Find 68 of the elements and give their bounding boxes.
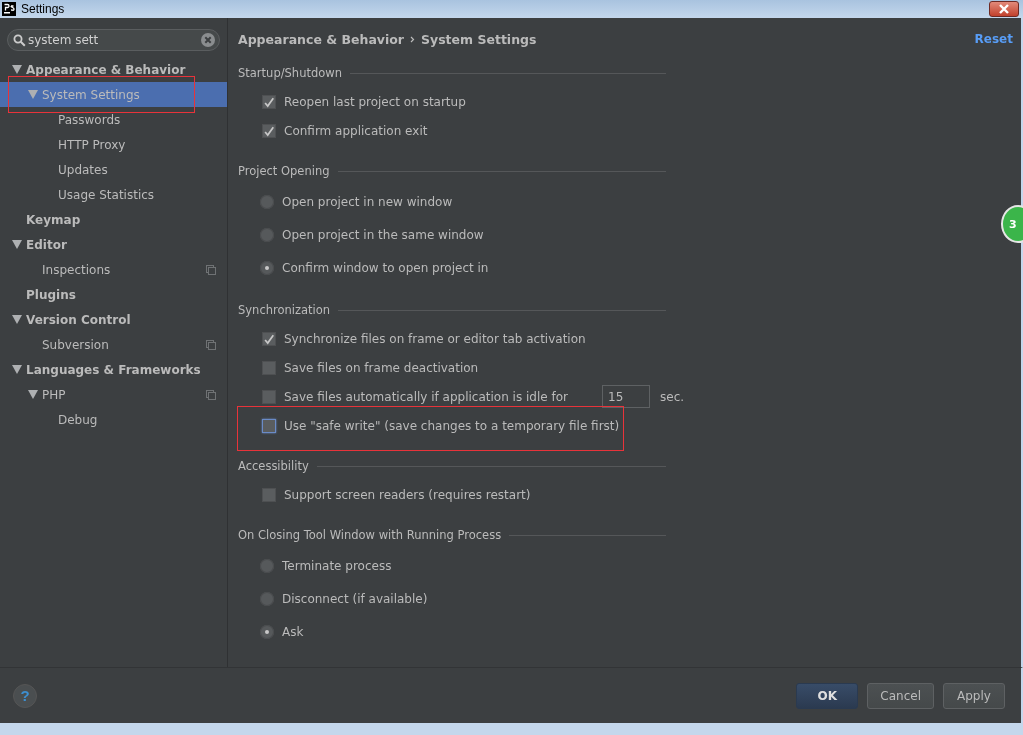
section-title: Synchronization <box>238 303 331 317</box>
expand-arrow-icon[interactable] <box>28 390 38 399</box>
radio-label: Confirm window to open project in <box>282 260 489 275</box>
radio-button[interactable] <box>260 624 274 639</box>
notification-badge: 3 <box>1001 205 1023 243</box>
section-title: Accessibility <box>238 459 309 473</box>
radio-button[interactable] <box>260 558 274 573</box>
section-title: On Closing Tool Window with Running Process <box>238 528 502 542</box>
clear-icon[interactable] <box>201 33 215 47</box>
tree-item[interactable]: PHP <box>0 382 227 407</box>
checkbox-label: Confirm application exit <box>284 123 428 138</box>
section-title: Project Opening <box>238 164 330 178</box>
section-title: Startup/Shutdown <box>238 66 342 80</box>
breadcrumb-item: Appearance & Behavior <box>238 31 404 47</box>
radio-label: Open project in the same window <box>282 227 484 242</box>
checkbox-label: Support screen readers (requires restart) <box>284 487 531 502</box>
search-input[interactable]: system sett <box>28 33 199 47</box>
checkbox[interactable] <box>262 94 276 109</box>
tree-item[interactable]: Debug <box>0 407 227 432</box>
tree-item[interactable]: Keymap <box>0 207 227 232</box>
checkbox-label: Use "safe write" (save changes to a temporary file first) <box>284 418 620 433</box>
checkbox[interactable] <box>262 389 276 404</box>
tree-item[interactable]: Passwords <box>0 107 227 132</box>
window-title: Settings <box>21 2 65 16</box>
checkbox-label: Reopen last project on startup <box>284 94 466 109</box>
checkbox[interactable] <box>262 331 276 346</box>
dialog-button[interactable]: OK <box>796 682 859 709</box>
checkbox[interactable] <box>262 487 276 502</box>
reset-link[interactable]: Reset <box>974 32 1013 46</box>
dialog-button[interactable]: Apply <box>943 682 1005 709</box>
breadcrumb-item: System Settings <box>421 31 537 47</box>
checkbox[interactable] <box>262 360 276 375</box>
radio-button[interactable] <box>260 260 274 275</box>
radio-button[interactable] <box>260 591 274 606</box>
close-button[interactable] <box>989 1 1019 17</box>
expand-arrow-icon[interactable] <box>12 65 22 74</box>
expand-arrow-icon[interactable] <box>12 240 22 249</box>
radio-button[interactable] <box>260 194 274 209</box>
tree-item[interactable]: Version Control <box>0 307 227 332</box>
checkbox[interactable] <box>262 418 276 433</box>
tree-item[interactable]: HTTP Proxy <box>0 132 227 157</box>
radio-label: Disconnect (if available) <box>282 591 428 606</box>
search-field[interactable]: system sett <box>7 29 220 51</box>
radio-label: Open project in new window <box>282 194 453 209</box>
unit-label: sec. <box>660 389 685 404</box>
seconds-field[interactable]: 15 <box>602 385 650 408</box>
expand-arrow-icon[interactable] <box>12 315 22 324</box>
search-icon <box>13 33 26 47</box>
tree-item[interactable]: Usage Statistics <box>0 182 227 207</box>
radio-label: Ask <box>282 624 304 639</box>
breadcrumb-separator-icon <box>410 35 415 43</box>
checkbox-label: Save files on frame deactivation <box>284 360 479 375</box>
tree-item[interactable]: Plugins <box>0 282 227 307</box>
tree-item[interactable]: Appearance & Behavior <box>0 57 227 82</box>
radio-button[interactable] <box>260 227 274 242</box>
app-logo-icon <box>2 2 16 16</box>
checkbox-label: Save files automatically if application is idle for <box>284 389 568 404</box>
tree-item[interactable]: Updates <box>0 157 227 182</box>
tree-item[interactable]: Languages & Frameworks <box>0 357 227 382</box>
tree-item[interactable]: Subversion <box>0 332 227 357</box>
tree-item[interactable]: Editor <box>0 232 227 257</box>
tree-item[interactable]: Inspections <box>0 257 227 282</box>
checkbox-label: Synchronize files on frame or editor tab activation <box>284 331 586 346</box>
checkbox[interactable] <box>262 123 276 138</box>
dialog-button[interactable]: Cancel <box>867 682 934 709</box>
expand-arrow-icon[interactable] <box>12 365 22 374</box>
radio-label: Terminate process <box>282 558 392 573</box>
close-icon <box>997 4 1011 14</box>
